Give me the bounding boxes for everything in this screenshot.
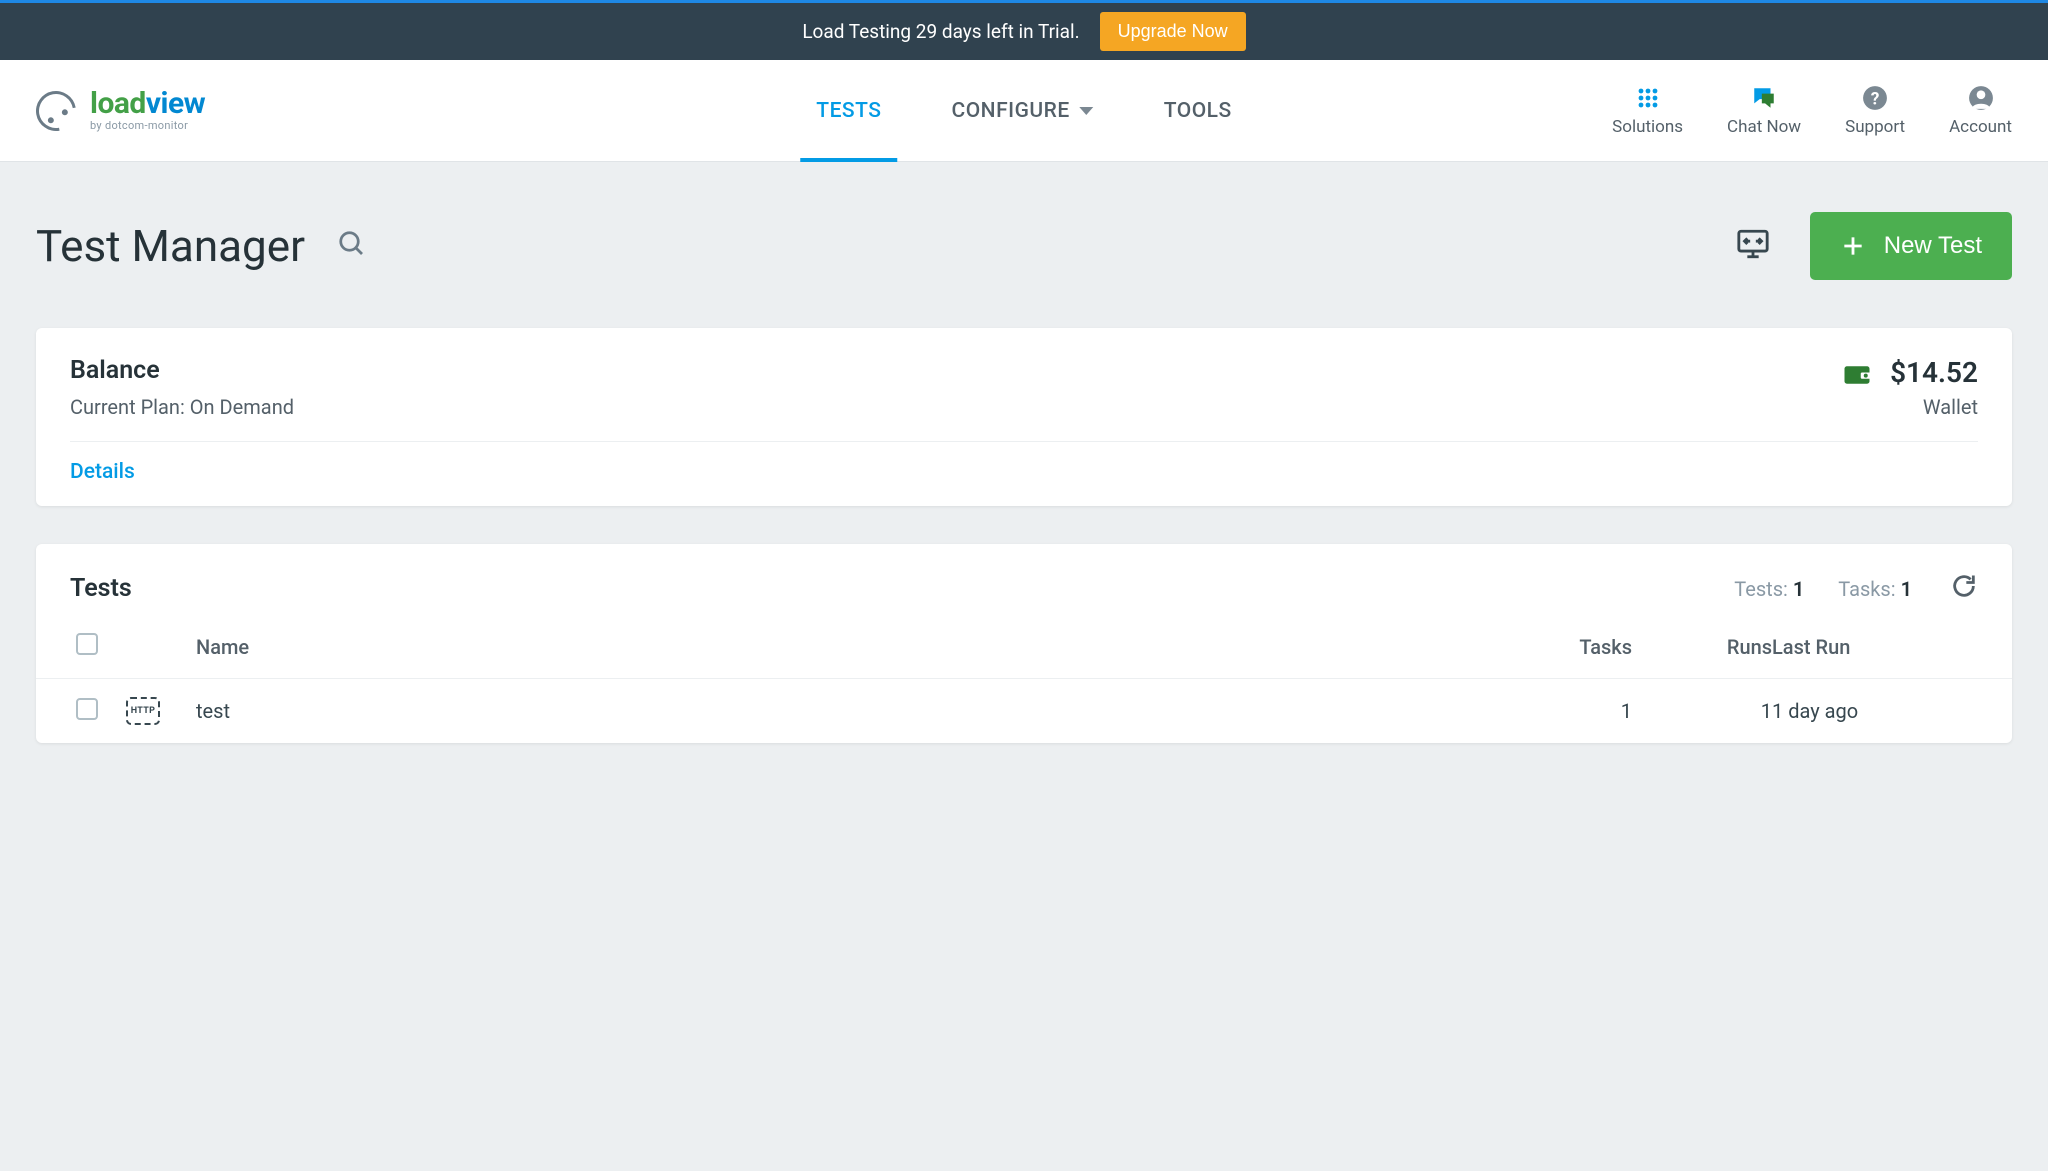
main-header: loadview by dotcom-monitor TESTS CONFIGU… [0,60,2048,162]
row-name: test [196,679,1492,744]
gauge-icon [28,83,84,139]
balance-details-link[interactable]: Details [70,460,135,484]
table-row[interactable]: HTTP test 1 1 1 day ago [36,679,2012,744]
http-test-icon: HTTP [126,697,160,725]
search-icon[interactable] [337,229,367,263]
balance-card: Balance Current Plan: On Demand $14.52 W… [36,328,2012,506]
content-area: Test Manager New Test Balance Current Pl… [0,162,2048,793]
trial-banner: Load Testing 29 days left in Trial. Upgr… [0,0,2048,60]
col-last-run: Last Run [1772,615,2012,679]
grid-apps-icon [1635,85,1661,111]
brand-logo[interactable]: loadview by dotcom-monitor [36,89,205,132]
nav-chat-now[interactable]: Chat Now [1727,85,1801,137]
nav-account[interactable]: Account [1949,85,2012,137]
row-checkbox[interactable] [76,698,98,720]
page-header: Test Manager New Test [36,212,2012,280]
chat-icon [1751,85,1777,111]
balance-amount: $14.52 [1890,356,1978,389]
tests-card: Tests Tests: 1 Tasks: 1 Name Tasks Runs … [36,544,2012,743]
nav-solutions[interactable]: Solutions [1612,85,1683,137]
nav-tools[interactable]: TOOLS [1164,60,1232,161]
refresh-icon[interactable] [1950,572,1978,605]
tests-stats: Tests: 1 Tasks: 1 [1734,572,1978,605]
brand-byline: by dotcom-monitor [90,119,205,132]
row-runs: 1 [1632,679,1772,744]
account-icon [1968,85,1994,111]
primary-nav: TESTS CONFIGURE TOOLS [816,60,1231,161]
new-test-button[interactable]: New Test [1810,212,2012,280]
col-tasks: Tasks [1492,615,1632,679]
tests-table: Name Tasks Runs Last Run HTTP test 1 [36,615,2012,743]
col-runs: Runs [1632,615,1772,679]
nav-configure[interactable]: CONFIGURE [952,60,1094,161]
svg-text:?: ? [1871,89,1880,109]
wallet-icon [1842,360,1872,394]
row-tasks: 1 [1492,679,1632,744]
row-last-run: 1 day ago [1772,679,2012,744]
tests-section-title: Tests [70,574,132,603]
help-icon: ? [1862,85,1888,111]
trial-message: Load Testing 29 days left in Trial. [802,20,1079,43]
col-name: Name [196,615,1492,679]
nav-tests[interactable]: TESTS [816,60,881,161]
brand-name: loadview [90,89,205,119]
page-title: Test Manager [36,220,305,272]
plus-icon [1840,233,1866,259]
chevron-down-icon [1080,107,1094,115]
upgrade-now-button[interactable]: Upgrade Now [1100,12,1246,51]
monitor-icon[interactable] [1736,227,1770,265]
select-all-checkbox[interactable] [76,633,98,655]
balance-plan: Current Plan: On Demand [70,395,294,419]
nav-support[interactable]: ? Support [1845,85,1905,137]
balance-title: Balance [70,356,294,385]
secondary-nav: Solutions Chat Now ? Support Account [1612,85,2012,137]
wallet-label: Wallet [1890,395,1978,419]
